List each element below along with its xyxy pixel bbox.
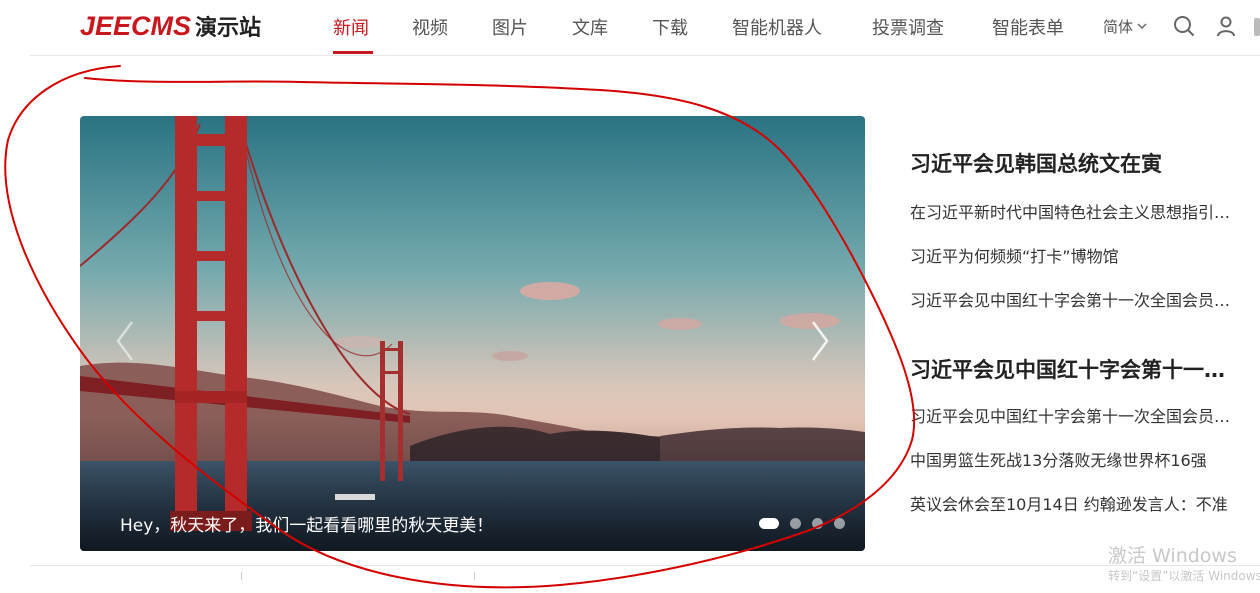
active-nav-indicator [333,51,373,54]
language-selector[interactable]: 简体 [1103,16,1147,37]
nav-divider [30,55,1260,56]
carousel-dot-1[interactable] [759,517,779,529]
logo-text-en: JEECMS [80,11,192,41]
nav-item-library[interactable]: 文库 [572,14,608,40]
news-link[interactable]: 习近平会见中国红十字会第十一次全国会员… [910,403,1230,427]
carousel-caption[interactable]: Hey，秋天来了，我们一起看看哪里的秋天更美！ [120,511,493,536]
section-divider [30,565,1260,566]
user-icon[interactable] [1215,15,1237,37]
nav-item-vote[interactable]: 投票调查 [872,14,944,40]
carousel-dot-4[interactable] [834,517,845,529]
logo-text-cn: 演示站 [195,16,262,41]
carousel-pagination [759,517,845,529]
news-headline[interactable]: 习近平会见中国红十字会第十一… [910,354,1225,384]
nav-item-form[interactable]: 智能表单 [992,14,1064,40]
chevron-left-icon[interactable] [110,316,140,366]
news-link[interactable]: 英议会休会至10月14日 约翰逊发言人：不准 [910,491,1228,515]
windows-activation-title: 激活 Windows [1108,545,1237,567]
nav-item-download[interactable]: 下载 [652,14,688,40]
tab-separator [241,572,242,580]
news-link[interactable]: 习近平会见中国红十字会第十一次全国会员… [910,287,1230,311]
windows-activation-subtitle: 转到“设置”以激活 Windows。 [1108,569,1260,583]
chevron-down-icon [1137,23,1147,30]
news-link[interactable]: 在习近平新时代中国特色社会主义思想指引… [910,199,1230,223]
search-icon[interactable] [1173,15,1195,37]
chevron-right-icon[interactable] [805,316,835,366]
nav-item-news[interactable]: 新闻 [333,14,369,40]
carousel-dot-3[interactable] [812,517,823,529]
cart-icon-partial[interactable] [1254,18,1260,36]
hero-carousel[interactable]: Hey，秋天来了，我们一起看看哪里的秋天更美！ [80,116,865,551]
news-headline[interactable]: 习近平会见韩国总统文在寅 [910,148,1162,178]
language-label: 简体 [1103,18,1134,36]
tab-separator [474,572,475,580]
nav-item-video[interactable]: 视频 [412,14,448,40]
slide-image [80,116,865,551]
news-link[interactable]: 中国男篮生死战13分落败无缘世界杯16强 [910,447,1207,471]
nav-item-robot[interactable]: 智能机器人 [732,14,822,40]
site-logo[interactable]: JEECMS 演示站 [80,10,261,44]
top-navbar: JEECMS 演示站 新闻 视频 图片 文库 下载 智能机器人 投票调查 智能表… [0,0,1260,55]
nav-item-images[interactable]: 图片 [492,14,528,40]
carousel-dot-2[interactable] [790,517,801,529]
news-link[interactable]: 习近平为何频频“打卡”博物馆 [910,243,1119,267]
